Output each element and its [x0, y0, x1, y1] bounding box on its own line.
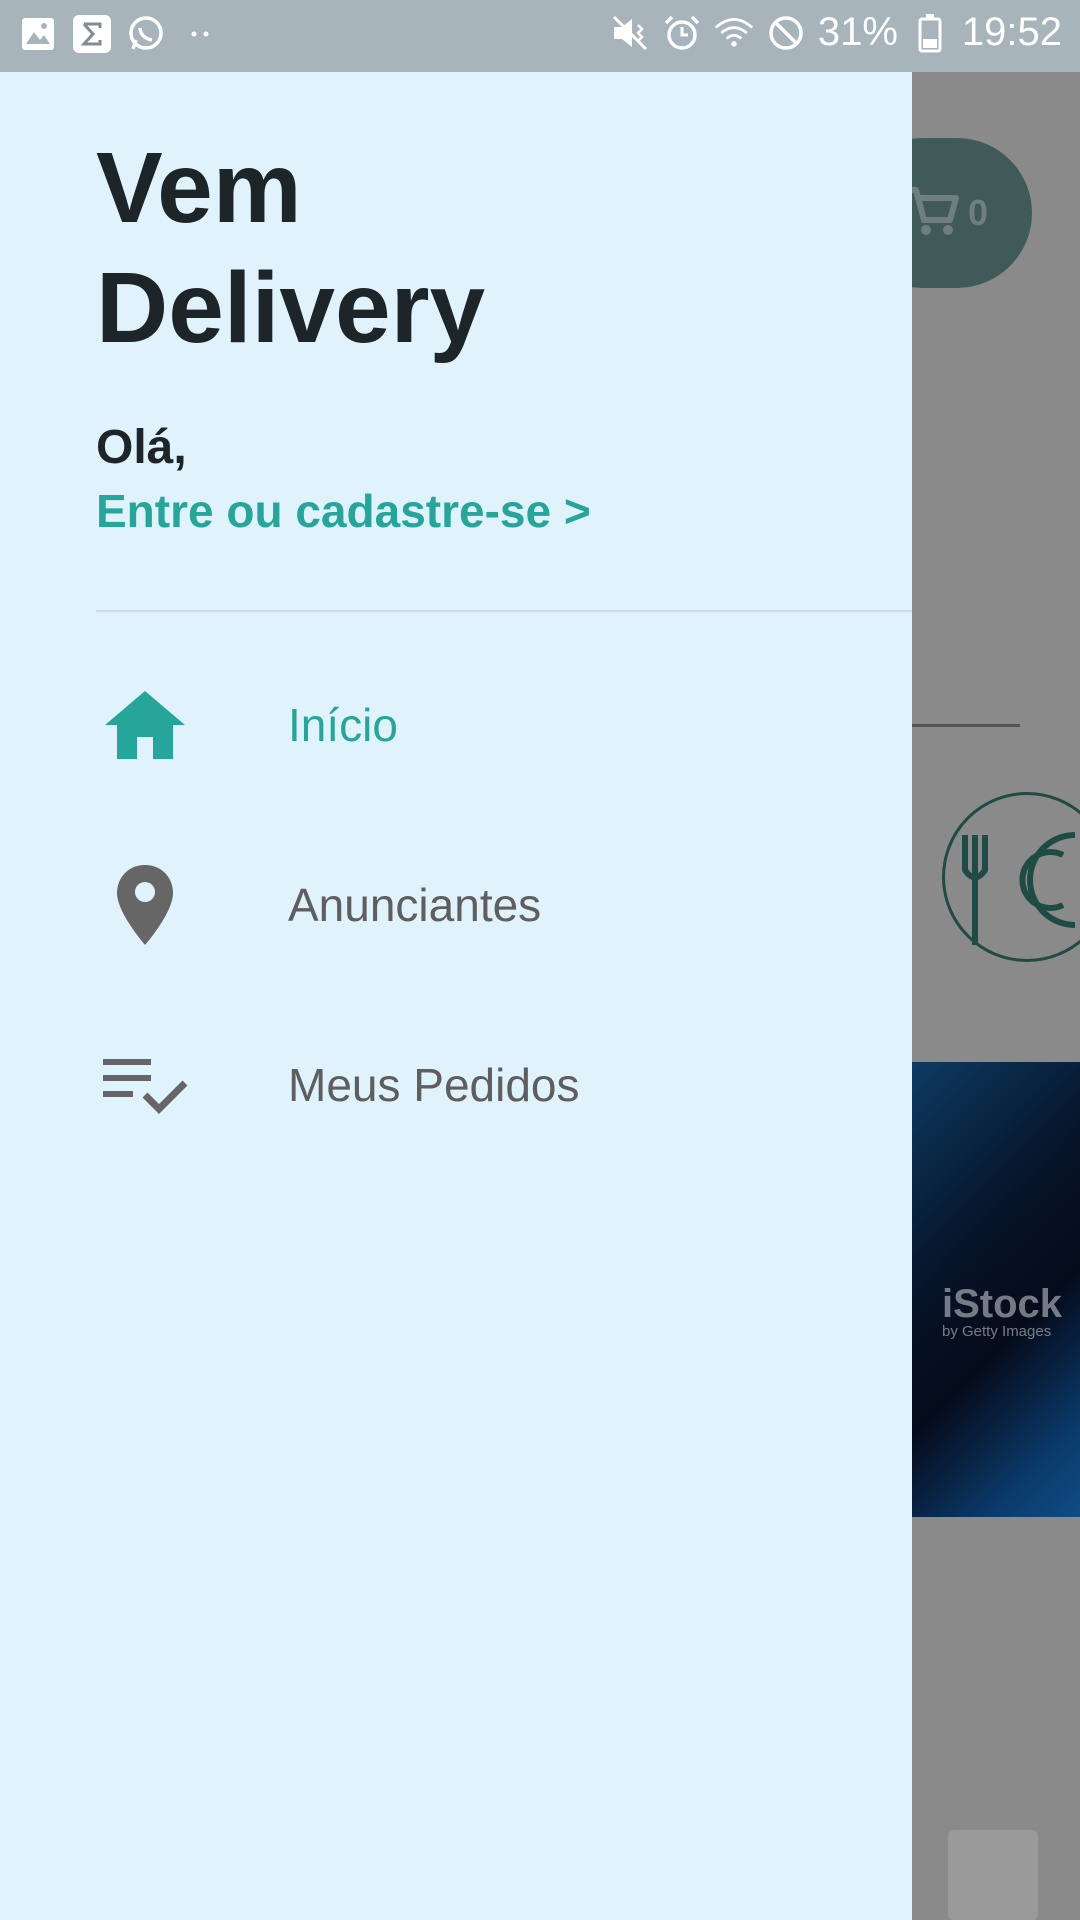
drawer-divider [96, 610, 912, 612]
background-card [948, 1830, 1038, 1920]
gallery-icon [18, 14, 58, 54]
app-title: Vem Delivery [96, 132, 486, 364]
alarm-icon [662, 13, 702, 53]
location-pin-icon [100, 864, 190, 946]
nav-item-anunciantes[interactable]: Anunciantes [0, 830, 912, 980]
fork-plate-icon [962, 832, 1076, 945]
nav-label-anunciantes: Anunciantes [288, 879, 542, 931]
nav-label-inicio: Início [288, 699, 398, 751]
greeting-text: Olá, [96, 421, 187, 474]
background-divider [912, 724, 1020, 727]
wifi-icon [714, 13, 754, 53]
battery-icon [910, 13, 950, 53]
cart-icon [904, 186, 960, 245]
restaurant-logo [942, 792, 1080, 962]
clock: 19:52 [961, 10, 1062, 54]
promo-banner-image[interactable]: iStock by Getty Images [912, 1062, 1080, 1517]
battery-percent: 31% [817, 10, 898, 54]
mute-vibrate-icon [610, 13, 650, 53]
whatsapp-icon [126, 14, 166, 54]
checklist-icon [100, 1044, 190, 1126]
cart-count: 0 [967, 192, 988, 233]
login-signup-link[interactable]: Entre ou cadastre-se > [96, 484, 591, 538]
nav-label-meus-pedidos: Meus Pedidos [288, 1059, 580, 1111]
sigma-app-icon [72, 14, 112, 54]
nav-item-meus-pedidos[interactable]: Meus Pedidos [0, 1010, 912, 1160]
navigation-drawer: Vem Delivery Olá, Entre ou cadastre-se >… [0, 72, 912, 1920]
nav-item-inicio[interactable]: Início [0, 650, 912, 800]
home-icon [100, 684, 190, 766]
more-notifications-icon [180, 14, 220, 54]
status-bar: 31% 19:52 [0, 0, 1080, 72]
do-not-disturb-icon [766, 13, 806, 53]
banner-watermark: iStock by Getty Images [942, 1282, 1063, 1340]
